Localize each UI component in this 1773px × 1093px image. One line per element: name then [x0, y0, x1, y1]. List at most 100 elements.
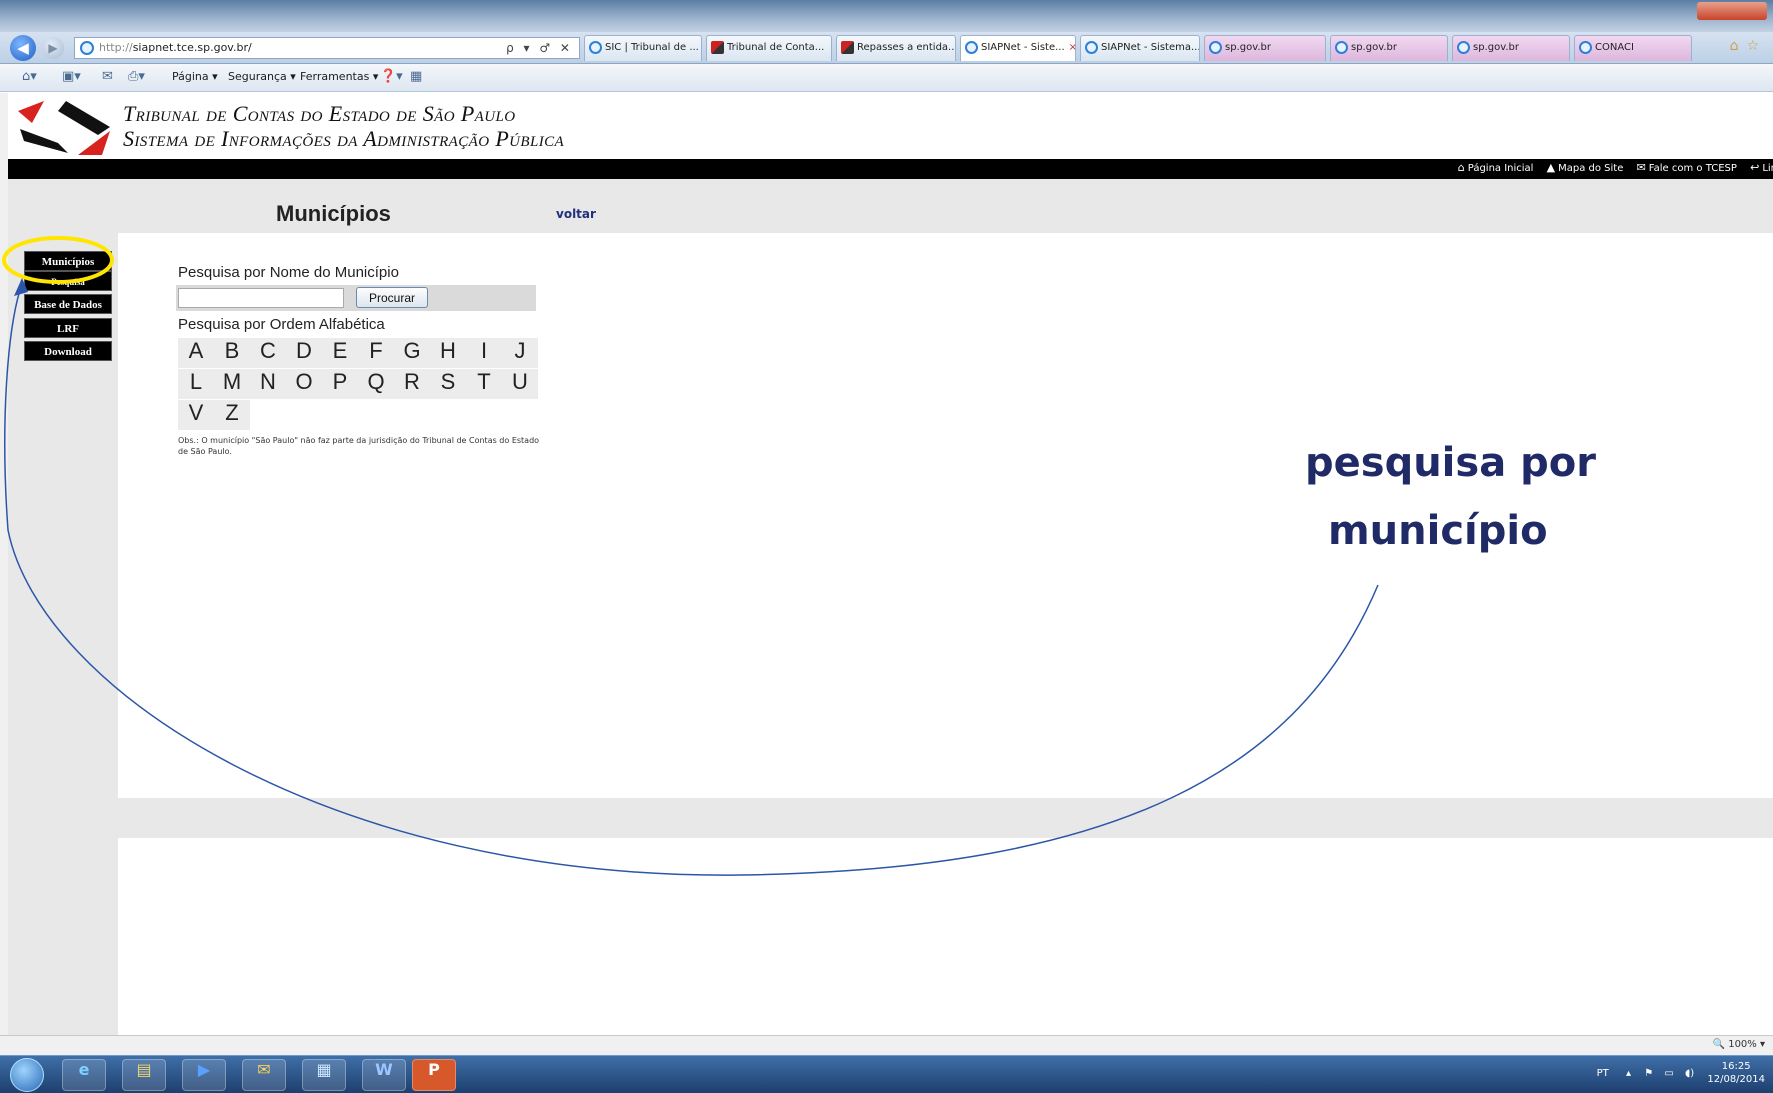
- feeds-icon[interactable]: ▣▾: [62, 69, 81, 84]
- letter-q-button[interactable]: Q: [358, 369, 394, 399]
- volume-icon[interactable]: ◖): [1685, 1068, 1694, 1079]
- browser-tab[interactable]: sp.gov.br: [1452, 35, 1570, 61]
- powerpoint-taskbar-icon[interactable]: P: [412, 1059, 456, 1091]
- link-links[interactable]: ↩Lin: [1750, 161, 1773, 174]
- back-button[interactable]: ◀: [10, 35, 36, 61]
- letter-z-button[interactable]: Z: [214, 400, 250, 430]
- map-icon: ▲: [1546, 161, 1556, 174]
- back-link[interactable]: voltar: [556, 207, 596, 221]
- language-indicator[interactable]: PT: [1597, 1068, 1609, 1079]
- procurar-button[interactable]: Procurar: [356, 287, 428, 308]
- menu-ferramentas[interactable]: Ferramentas ▾: [300, 70, 378, 83]
- address-host: siapnet.tce.sp.gov.br/: [132, 41, 252, 54]
- tab-label: CONACI: [1595, 42, 1634, 53]
- tab-label: sp.gov.br: [1225, 42, 1271, 53]
- browser-tab[interactable]: Tribunal de Conta...: [706, 35, 832, 61]
- print-icon[interactable]: ⎙▾: [128, 69, 145, 84]
- link-pagina-inicial[interactable]: ⌂ Página Inicial: [1458, 161, 1534, 174]
- ie-icon: [1457, 41, 1470, 54]
- research-icon[interactable]: ▦: [410, 69, 422, 84]
- address-bar[interactable]: http://siapnet.tce.sp.gov.br/ ρ ▾ ♂ ✕: [74, 37, 580, 59]
- tab-label: Repasses a entida...: [857, 42, 956, 53]
- tab-label: SIAPNet - Siste...: [981, 42, 1065, 53]
- system-tray: PT ▴ ⚑ ▭ ◖) 16:25 12/08/2014: [1597, 1060, 1765, 1086]
- ie-icon: [1085, 41, 1098, 54]
- browser-tab-active[interactable]: SIAPNet - Siste... ×: [960, 35, 1076, 61]
- media-taskbar-icon[interactable]: ▶: [182, 1059, 226, 1091]
- letter-o-button[interactable]: O: [286, 369, 322, 399]
- home-star-icons[interactable]: ⌂☆: [1730, 38, 1767, 54]
- sidebar-item-download[interactable]: Download: [24, 341, 112, 361]
- letter-g-button[interactable]: G: [394, 338, 430, 368]
- letter-s-button[interactable]: S: [430, 369, 466, 399]
- ie-taskbar-icon[interactable]: e: [62, 1059, 106, 1091]
- letter-r-button[interactable]: R: [394, 369, 430, 399]
- letter-b-button[interactable]: B: [214, 338, 250, 368]
- windows-taskbar: e ▤ ▶ ✉ ▦ W P PT ▴ ⚑ ▭ ◖) 16:25 12/08/20…: [0, 1055, 1773, 1093]
- zoom-control[interactable]: 🔍 100% ▾: [1713, 1039, 1765, 1050]
- letter-f-button[interactable]: F: [358, 338, 394, 368]
- status-bar: 🔍 100% ▾: [0, 1035, 1773, 1055]
- browser-tab[interactable]: SIC | Tribunal de ...: [584, 35, 702, 61]
- letter-e-button[interactable]: E: [322, 338, 358, 368]
- address-tools[interactable]: ρ ▾ ♂ ✕: [506, 38, 573, 58]
- sidebar-item-pesquisa[interactable]: Pesquisa: [24, 271, 112, 291]
- browser-tab[interactable]: sp.gov.br: [1330, 35, 1448, 61]
- close-tab-icon[interactable]: ×: [1069, 42, 1075, 53]
- municipio-search-input[interactable]: [178, 288, 344, 308]
- window-controls[interactable]: [1697, 2, 1767, 20]
- web-page: Tribunal de Contas do Estado de São Paul…: [0, 93, 1773, 1035]
- ie-icon: [965, 41, 978, 54]
- alphabet-grid: ABCDEFGHIJ LMNOPQRSTU VZ: [178, 338, 538, 432]
- explorer-taskbar-icon[interactable]: ▤: [122, 1059, 166, 1091]
- clock-date: 12/08/2014: [1707, 1074, 1765, 1085]
- outlook-taskbar-icon[interactable]: ✉: [242, 1059, 286, 1091]
- sidebar-item-municipios[interactable]: Municípios: [24, 251, 112, 271]
- mail-icon[interactable]: ✉: [102, 69, 113, 84]
- browser-tab[interactable]: CONACI: [1574, 35, 1692, 61]
- help-icon[interactable]: ❓▾: [380, 69, 403, 84]
- link-fale-com[interactable]: ✉ Fale com o TCESP: [1637, 161, 1737, 174]
- sidebar-item-base-de-dados[interactable]: Base de Dados: [24, 294, 112, 314]
- clock[interactable]: 16:25 12/08/2014: [1707, 1060, 1765, 1086]
- letter-n-button[interactable]: N: [250, 369, 286, 399]
- tray-arrow-icon[interactable]: ▴: [1626, 1068, 1631, 1079]
- letter-t-button[interactable]: T: [466, 369, 502, 399]
- flag-icon[interactable]: ⚑: [1644, 1068, 1653, 1079]
- browser-tab[interactable]: SIAPNet - Sistema...: [1080, 35, 1200, 61]
- ie-icon: [589, 41, 602, 54]
- link-mapa-do-site[interactable]: ▲ Mapa do Site: [1546, 161, 1624, 174]
- command-bar: ⌂▾ ▣▾ ✉ ⎙▾ Página ▾ Segurança ▾ Ferramen…: [0, 64, 1773, 92]
- start-button[interactable]: [10, 1058, 44, 1092]
- letter-i-button[interactable]: I: [466, 338, 502, 368]
- sidebar-item-lrf[interactable]: LRF: [24, 318, 112, 338]
- letter-v-button[interactable]: V: [178, 400, 214, 430]
- home-icon[interactable]: ⌂▾: [22, 69, 37, 84]
- letter-u-button[interactable]: U: [502, 369, 538, 399]
- tab-label: SIC | Tribunal de ...: [605, 42, 699, 53]
- annotation-text-line-1: pesquisa por: [1305, 440, 1596, 486]
- window-titlebar: [0, 0, 1773, 32]
- screen: ◀ ▶ http://siapnet.tce.sp.gov.br/ ρ ▾ ♂ …: [0, 0, 1773, 1093]
- letter-m-button[interactable]: M: [214, 369, 250, 399]
- menu-seguranca[interactable]: Segurança ▾: [228, 70, 296, 83]
- word-taskbar-icon[interactable]: W: [362, 1059, 406, 1091]
- forward-button[interactable]: ▶: [42, 37, 64, 59]
- jurisdiction-note: Obs.: O município "São Paulo" não faz pa…: [178, 436, 540, 456]
- menu-pagina[interactable]: Página ▾: [172, 70, 218, 83]
- tab-label: sp.gov.br: [1351, 42, 1397, 53]
- letter-c-button[interactable]: C: [250, 338, 286, 368]
- calculator-taskbar-icon[interactable]: ▦: [302, 1059, 346, 1091]
- address-protocol: http://: [99, 41, 133, 54]
- letter-h-button[interactable]: H: [430, 338, 466, 368]
- tce-icon: [841, 41, 854, 54]
- network-icon[interactable]: ▭: [1664, 1068, 1673, 1079]
- browser-tab[interactable]: Repasses a entida...: [836, 35, 956, 61]
- letter-j-button[interactable]: J: [502, 338, 538, 368]
- tab-label: Tribunal de Conta...: [727, 42, 825, 53]
- letter-l-button[interactable]: L: [178, 369, 214, 399]
- letter-a-button[interactable]: A: [178, 338, 214, 368]
- letter-d-button[interactable]: D: [286, 338, 322, 368]
- letter-p-button[interactable]: P: [322, 369, 358, 399]
- browser-tab[interactable]: sp.gov.br: [1204, 35, 1326, 61]
